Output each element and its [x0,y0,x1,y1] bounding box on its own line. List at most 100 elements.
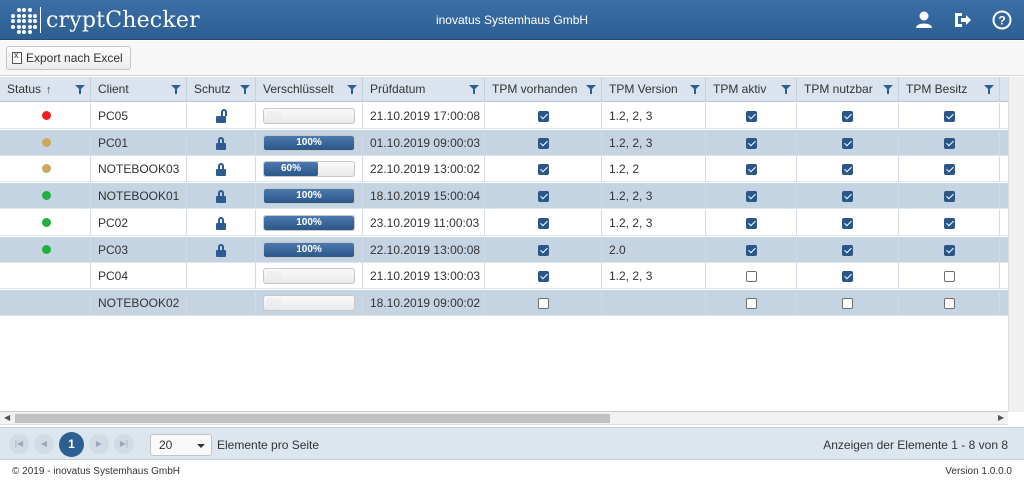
column-header-label: TPM Version [609,82,678,96]
version: Version 1.0.0.0 [945,466,1012,477]
company-name: inovatus Systemhaus GmbH [435,13,589,27]
vertical-scrollbar[interactable] [1008,77,1024,412]
status-dot-icon [42,111,51,120]
cell-tpm-besitz [899,263,1000,290]
last-page-button[interactable]: ▶| [114,434,134,454]
filter-icon[interactable] [469,85,479,94]
filter-icon[interactable] [883,85,893,94]
filter-icon[interactable] [781,85,791,94]
checkbox[interactable] [842,164,853,176]
first-page-button[interactable]: |◀ [9,434,29,454]
table-row[interactable]: PC01 100% 01.10.2019 09:00:03 1.2, 2, 3 [0,129,1008,156]
checkbox[interactable] [537,271,549,283]
scroll-left-icon[interactable]: ◀ [4,413,10,422]
checkbox[interactable] [745,271,757,283]
filter-icon[interactable] [171,85,181,94]
checkbox[interactable] [943,164,955,176]
filter-icon[interactable] [984,85,994,94]
checkbox[interactable] [537,244,549,256]
export-excel-button[interactable]: Export nach Excel [6,46,131,70]
column-header-tpm_nutzbar[interactable]: TPM nutzbar [797,77,899,102]
encryption-progress-bar: 0% [263,294,355,311]
column-header-label: TPM aktiv [713,82,767,96]
table-row[interactable]: PC02 100% 23.10.2019 11:00:03 1.2, 2, 3 [0,209,1008,236]
cell-tpm-besitz [899,183,1000,210]
horizontal-scrollbar[interactable]: ◀ ▶ [0,412,1008,425]
cell-tpm-aktiv [706,289,797,316]
help-icon[interactable]: ? [991,9,1013,31]
cell-pruefdatum: 21.10.2019 13:00:03 [363,263,485,290]
logout-icon[interactable] [952,9,974,31]
checkbox[interactable] [943,244,955,256]
checkbox[interactable] [943,217,955,229]
checkbox[interactable] [842,244,853,256]
filter-icon[interactable] [347,85,357,94]
table-row[interactable]: NOTEBOOK03 60% 22.10.2019 13:00:02 1.2, 2 [0,156,1008,183]
checkbox[interactable] [943,191,955,203]
column-header-verschluesselt[interactable]: Verschlüsselt [256,77,363,102]
table-row[interactable]: PC04 0% 21.10.2019 13:00:03 1.2, 2, 3 [0,263,1008,290]
checkbox[interactable] [745,191,757,203]
column-header-tpm_besitz[interactable]: TPM Besitz [899,77,1000,102]
checkbox[interactable] [537,191,549,203]
checkbox[interactable] [943,271,955,283]
checkbox[interactable] [745,217,757,229]
filter-icon[interactable] [690,85,700,94]
status-dot-icon [42,137,51,147]
current-page-button[interactable]: 1 [59,432,84,457]
table-row[interactable]: NOTEBOOK01 100% 18.10.2019 15:00:04 1.2, 2,… [0,183,1008,210]
checkbox[interactable] [537,297,549,309]
filter-icon[interactable] [75,85,85,94]
column-header-schutz[interactable]: Schutz [187,77,256,102]
cell-verschluesselt: 100% [256,129,363,156]
cell-pruefdatum: 01.10.2019 09:00:03 [363,129,485,156]
checkbox[interactable] [943,111,955,122]
cell-verschluesselt: 0% [256,289,363,316]
scroll-right-icon[interactable]: ▶ [998,413,1004,422]
checkbox[interactable] [842,137,853,149]
column-header-label: Status [7,82,42,96]
checkbox[interactable] [745,297,757,309]
page-size-label: Elemente pro Seite [217,438,320,452]
checkbox[interactable] [745,111,757,122]
toolbar: Export nach Excel [0,41,1024,76]
table-row[interactable]: PC03 100% 22.10.2019 13:00:08 2.0 [0,236,1008,263]
cell-tpm-nutzbar [797,156,899,183]
checkbox[interactable] [537,164,549,176]
user-icon[interactable] [913,9,935,31]
checkbox[interactable] [842,271,853,283]
horizontal-scroll-thumb[interactable] [15,414,610,423]
checkbox[interactable] [842,191,853,203]
checkbox[interactable] [842,217,853,229]
checkbox[interactable] [745,244,757,256]
checkbox[interactable] [537,111,549,122]
checkbox[interactable] [745,137,757,149]
column-header-status[interactable]: Status ↑ [0,77,91,102]
table-row[interactable]: PC05 0% 21.10.2019 17:00:08 1.2, 2, 3 [0,103,1008,129]
column-header-tpm_vorhanden[interactable]: TPM vorhanden [485,77,602,102]
checkbox[interactable] [537,137,549,149]
cell-status [0,103,91,129]
checkbox[interactable] [842,297,853,309]
filter-icon[interactable] [240,85,250,94]
checkbox[interactable] [943,137,955,149]
page-size-select[interactable]: 20 [150,434,212,456]
lock-icon [216,243,226,257]
column-header-client[interactable]: Client [91,77,187,102]
next-page-button[interactable]: ▶ [89,434,109,454]
checkbox[interactable] [943,297,955,309]
cell-tpm-nutzbar [797,103,899,129]
sort-ascending-icon[interactable]: ↑ [46,84,52,96]
checkbox[interactable] [537,217,549,229]
checkbox[interactable] [842,111,853,122]
column-header-tpm_aktiv[interactable]: TPM aktiv [706,77,797,102]
unlock-icon [216,109,227,123]
cell-schutz [187,103,256,129]
checkbox[interactable] [745,164,757,176]
filter-icon[interactable] [586,85,596,94]
column-header-pruefdatum[interactable]: Prüfdatum [363,77,485,102]
table-row[interactable]: NOTEBOOK02 0% 18.10.2019 09:00:02 [0,289,1008,316]
prev-page-button[interactable]: ◀ [34,434,54,454]
cell-tpm-besitz [899,289,1000,316]
column-header-tpm_version[interactable]: TPM Version [602,77,706,102]
